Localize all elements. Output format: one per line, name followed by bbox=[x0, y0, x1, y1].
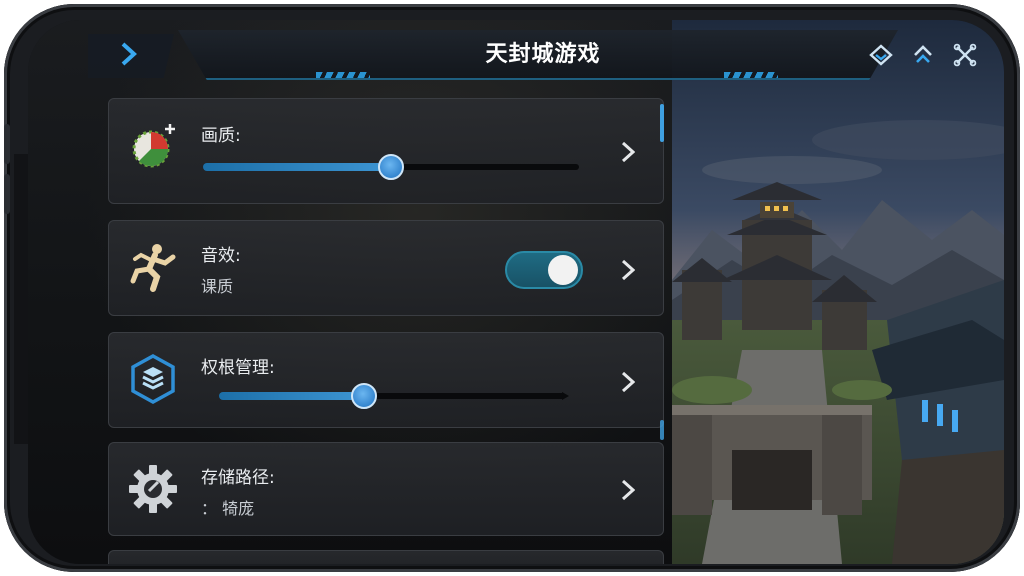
setting-row-partial bbox=[108, 550, 664, 564]
chevron-right-icon[interactable] bbox=[619, 371, 637, 393]
game-screen: 天封城游戏 画质: 音效: 课质 权根管理: 存储路径: ： 犄庞 bbox=[28, 20, 1004, 564]
running-figure-icon bbox=[127, 241, 179, 293]
phone-frame: 天封城游戏 画质: 音效: 课质 权根管理: 存储路径: ： 犄庞 bbox=[4, 4, 1020, 572]
setting-label-quality: 画质: bbox=[201, 126, 241, 146]
setting-label-storage: 存储路径: bbox=[201, 468, 275, 488]
top-icon-group bbox=[868, 42, 978, 68]
page-title: 天封城游戏 bbox=[485, 42, 601, 67]
slider-fill bbox=[219, 392, 365, 400]
slider-end-cap bbox=[562, 392, 569, 400]
setting-label-permissions: 权根管理: bbox=[201, 358, 275, 378]
quality-slider[interactable] bbox=[203, 154, 579, 180]
volume-up-button bbox=[4, 124, 10, 164]
upward-chevrons-icon[interactable] bbox=[910, 42, 936, 68]
volume-down-button bbox=[4, 174, 10, 214]
quality-dial-icon bbox=[127, 121, 179, 173]
setting-sub-storage: ： 犄庞 bbox=[201, 499, 255, 518]
chevron-right-icon[interactable] bbox=[619, 259, 637, 281]
game-scene bbox=[672, 20, 1004, 564]
toggle-thumb bbox=[548, 255, 578, 285]
title-stripe-right bbox=[724, 72, 778, 78]
chevron-right-icon[interactable] bbox=[619, 141, 637, 163]
sound-toggle[interactable] bbox=[505, 251, 583, 289]
crossed-tools-icon[interactable] bbox=[952, 42, 978, 68]
slider-knob[interactable] bbox=[351, 383, 378, 409]
layers-hexagon-icon bbox=[127, 353, 179, 405]
slider-fill bbox=[203, 163, 391, 171]
scrollbar-thumb[interactable] bbox=[660, 104, 664, 142]
setting-row-storage[interactable]: 存储路径: ： 犄庞 bbox=[108, 442, 664, 536]
setting-row-permissions[interactable]: 权根管理: bbox=[108, 332, 664, 428]
setting-label-sound: 音效: bbox=[201, 246, 241, 266]
diamond-layers-icon[interactable] bbox=[868, 42, 894, 68]
setting-row-quality[interactable]: 画质: bbox=[108, 98, 664, 204]
top-bar: 天封城游戏 bbox=[88, 30, 998, 82]
gear-icon bbox=[127, 463, 179, 515]
setting-sub-sound: 课质 bbox=[201, 277, 234, 296]
scrollbar-marker bbox=[660, 420, 664, 440]
chevron-right-icon[interactable] bbox=[619, 479, 637, 501]
slider-knob[interactable] bbox=[378, 154, 404, 180]
permissions-slider[interactable] bbox=[219, 383, 569, 409]
title-stripe-left bbox=[316, 72, 370, 78]
setting-row-sound[interactable]: 音效: 课质 bbox=[108, 220, 664, 316]
